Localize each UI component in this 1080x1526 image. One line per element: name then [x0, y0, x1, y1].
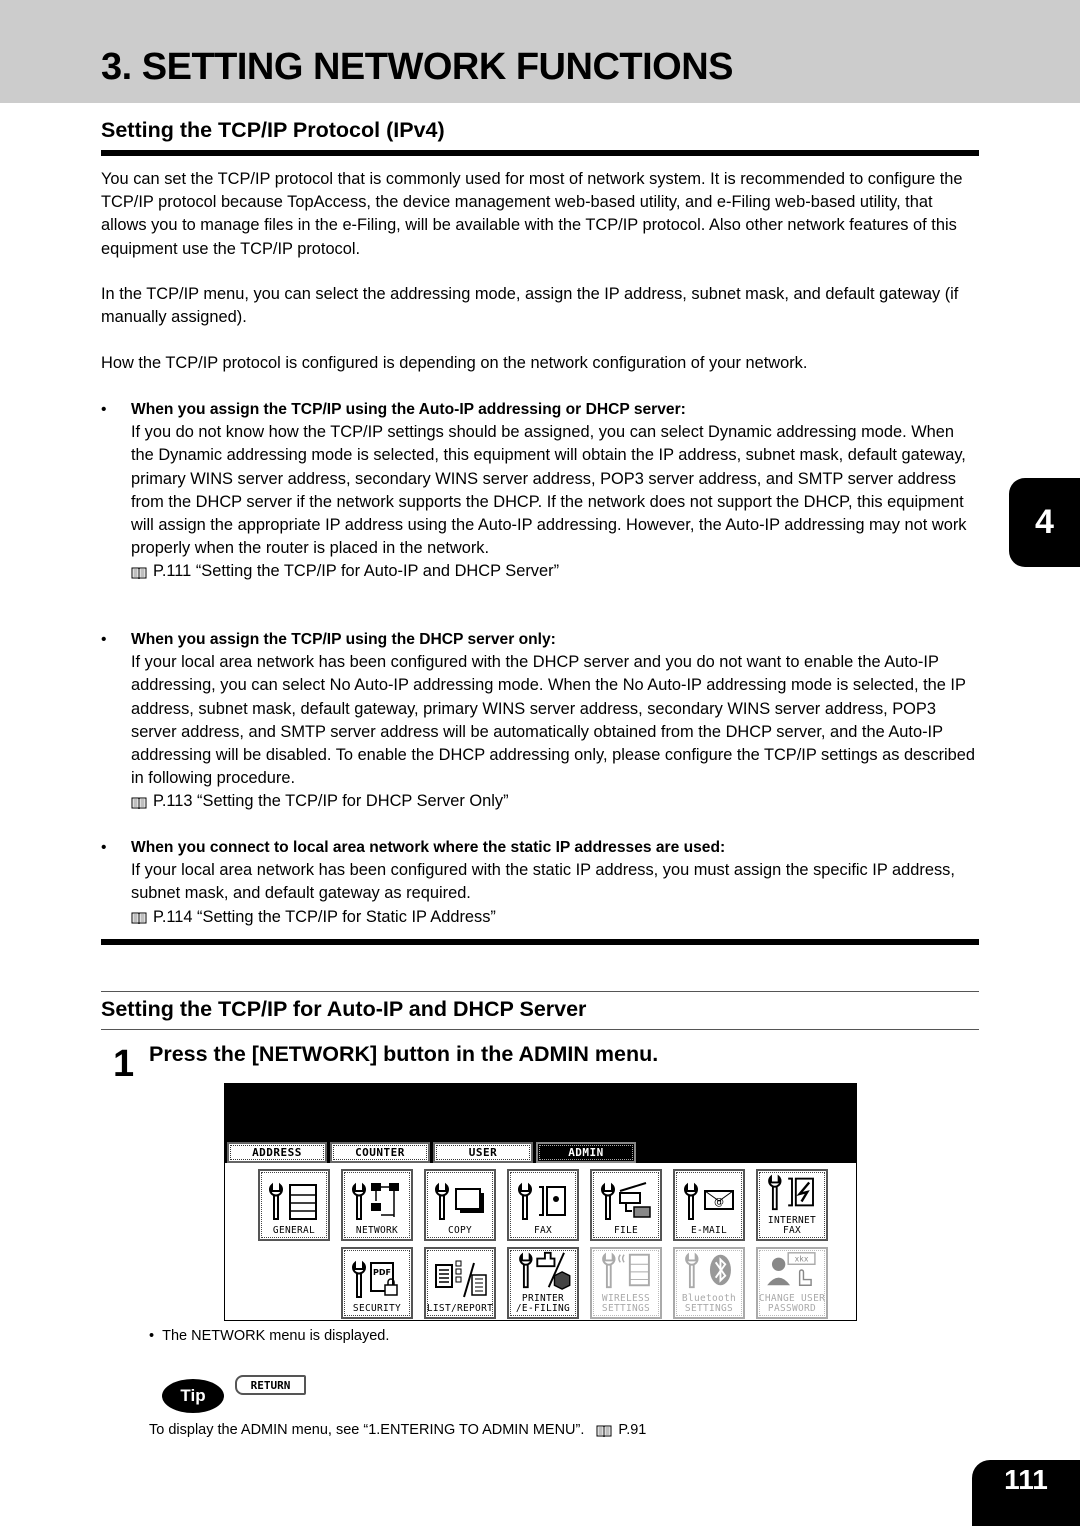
section-top-rule: [101, 991, 979, 992]
file-icon: [601, 1182, 651, 1220]
bullet-body: If you do not know how the TCP/IP settin…: [131, 423, 967, 558]
page-number: 111: [972, 1460, 1080, 1526]
section-bottom-rule: [101, 1029, 979, 1030]
config-paragraph: How the TCP/IP protocol is configured is…: [101, 354, 808, 372]
tab-address[interactable]: ADDRESS: [227, 1142, 327, 1163]
wireless-settings-button[interactable]: WIRELESS SETTINGS: [590, 1247, 662, 1319]
bullet-static-ip: • When you connect to local area network …: [101, 836, 981, 929]
email-icon: @: [684, 1182, 734, 1220]
bullet-heading: • When you assign the TCP/IP using the DH…: [101, 631, 556, 648]
book-icon: [596, 1424, 612, 1437]
list-report-icon: [435, 1260, 487, 1298]
step-instruction: Press the [NETWORK] button in the ADMIN …: [149, 1042, 659, 1066]
section-end-divider: [101, 939, 979, 945]
section-title-auto-ip-dhcp: Setting the TCP/IP for Auto-IP and DHCP …: [101, 997, 587, 1021]
result-note: • The NETWORK menu is displayed.: [149, 1328, 390, 1344]
tab-counter[interactable]: COUNTER: [330, 1142, 430, 1163]
wireless-icon: [602, 1252, 650, 1289]
internet-fax-button[interactable]: INTERNET FAX: [756, 1169, 828, 1241]
list-report-button[interactable]: LIST/REPORT: [424, 1247, 496, 1319]
general-icon: [269, 1182, 317, 1220]
bluetooth-icon: [685, 1252, 731, 1289]
chapter-tab: 4: [1009, 478, 1080, 567]
svg-text:PDF: PDF: [373, 1268, 391, 1277]
bullet-auto-ip-dhcp: • When you assign the TCP/IP using the Au…: [101, 398, 981, 584]
step-number: 1: [113, 1043, 135, 1085]
book-icon: [131, 796, 147, 809]
internet-fax-icon: [768, 1174, 814, 1211]
intro-paragraph: You can set the TCP/IP protocol that is …: [101, 170, 963, 258]
bullet-heading: • When you assign the TCP/IP using the Au…: [101, 401, 686, 418]
change-user-password-button[interactable]: xkx CHANGE USER PASSWORD: [756, 1247, 828, 1319]
bullet-body: If your local area network has been conf…: [131, 653, 976, 788]
book-icon: [131, 566, 147, 579]
bullet-body: If your local area network has been conf…: [131, 861, 955, 903]
bullet-heading: • When you connect to local area network …: [101, 839, 726, 856]
svg-text:@: @: [714, 1197, 724, 1208]
tip-text: To display the ADMIN menu, see “1.ENTERI…: [149, 1422, 647, 1438]
network-button[interactable]: NETWORK: [341, 1169, 413, 1241]
printer-efiling-button[interactable]: PRINTER /E-FILING: [507, 1247, 579, 1319]
security-icon: PDF: [352, 1260, 398, 1298]
tab-admin[interactable]: ADMIN: [536, 1142, 636, 1163]
svg-text:xkx: xkx: [795, 1254, 809, 1263]
page-reference-link[interactable]: P.113 “Setting the TCP/IP for DHCP Serve…: [101, 790, 981, 813]
return-button[interactable]: RETURN: [235, 1375, 306, 1395]
tab-user[interactable]: USER: [433, 1142, 533, 1163]
change-password-icon: xkx: [767, 1252, 816, 1286]
network-icon: [352, 1182, 399, 1220]
fax-icon: [518, 1182, 566, 1220]
email-button[interactable]: @ E-MAIL: [673, 1169, 745, 1241]
page-reference-link[interactable]: P.114 “Setting the TCP/IP for Static IP …: [101, 906, 981, 929]
book-icon: [131, 911, 147, 924]
menu-paragraph: In the TCP/IP menu, you can select the a…: [101, 285, 959, 327]
panel-body: GENERAL NETWORK COPY FAX FILE @ E-MAIL I…: [225, 1163, 856, 1395]
admin-menu-panel: ADDRESS COUNTER USER ADMIN GENERAL NETWO…: [224, 1083, 857, 1395]
chapter-title: 3. SETTING NETWORK FUNCTIONS: [101, 46, 734, 88]
page-reference-link[interactable]: P.111 “Setting the TCP/IP for Auto-IP an…: [101, 560, 981, 583]
copy-button[interactable]: COPY: [424, 1169, 496, 1241]
file-button[interactable]: FILE: [590, 1169, 662, 1241]
fax-button[interactable]: FAX: [507, 1169, 579, 1241]
bullet-dhcp-only: • When you assign the TCP/IP using the DH…: [101, 628, 981, 814]
section-title-tcpip-protocol: Setting the TCP/IP Protocol (IPv4): [101, 118, 445, 142]
section-divider: [101, 150, 979, 156]
tip-badge: Tip: [162, 1379, 224, 1413]
printer-efiling-icon: [519, 1251, 571, 1290]
security-button[interactable]: PDF SECURITY: [341, 1247, 413, 1319]
panel-tab-bar: ADDRESS COUNTER USER ADMIN: [227, 1142, 636, 1164]
general-button[interactable]: GENERAL: [258, 1169, 330, 1241]
bluetooth-settings-button[interactable]: Bluetooth SETTINGS: [673, 1247, 745, 1319]
copy-icon: [435, 1182, 484, 1220]
tip-page-reference[interactable]: P.91: [618, 1422, 646, 1438]
